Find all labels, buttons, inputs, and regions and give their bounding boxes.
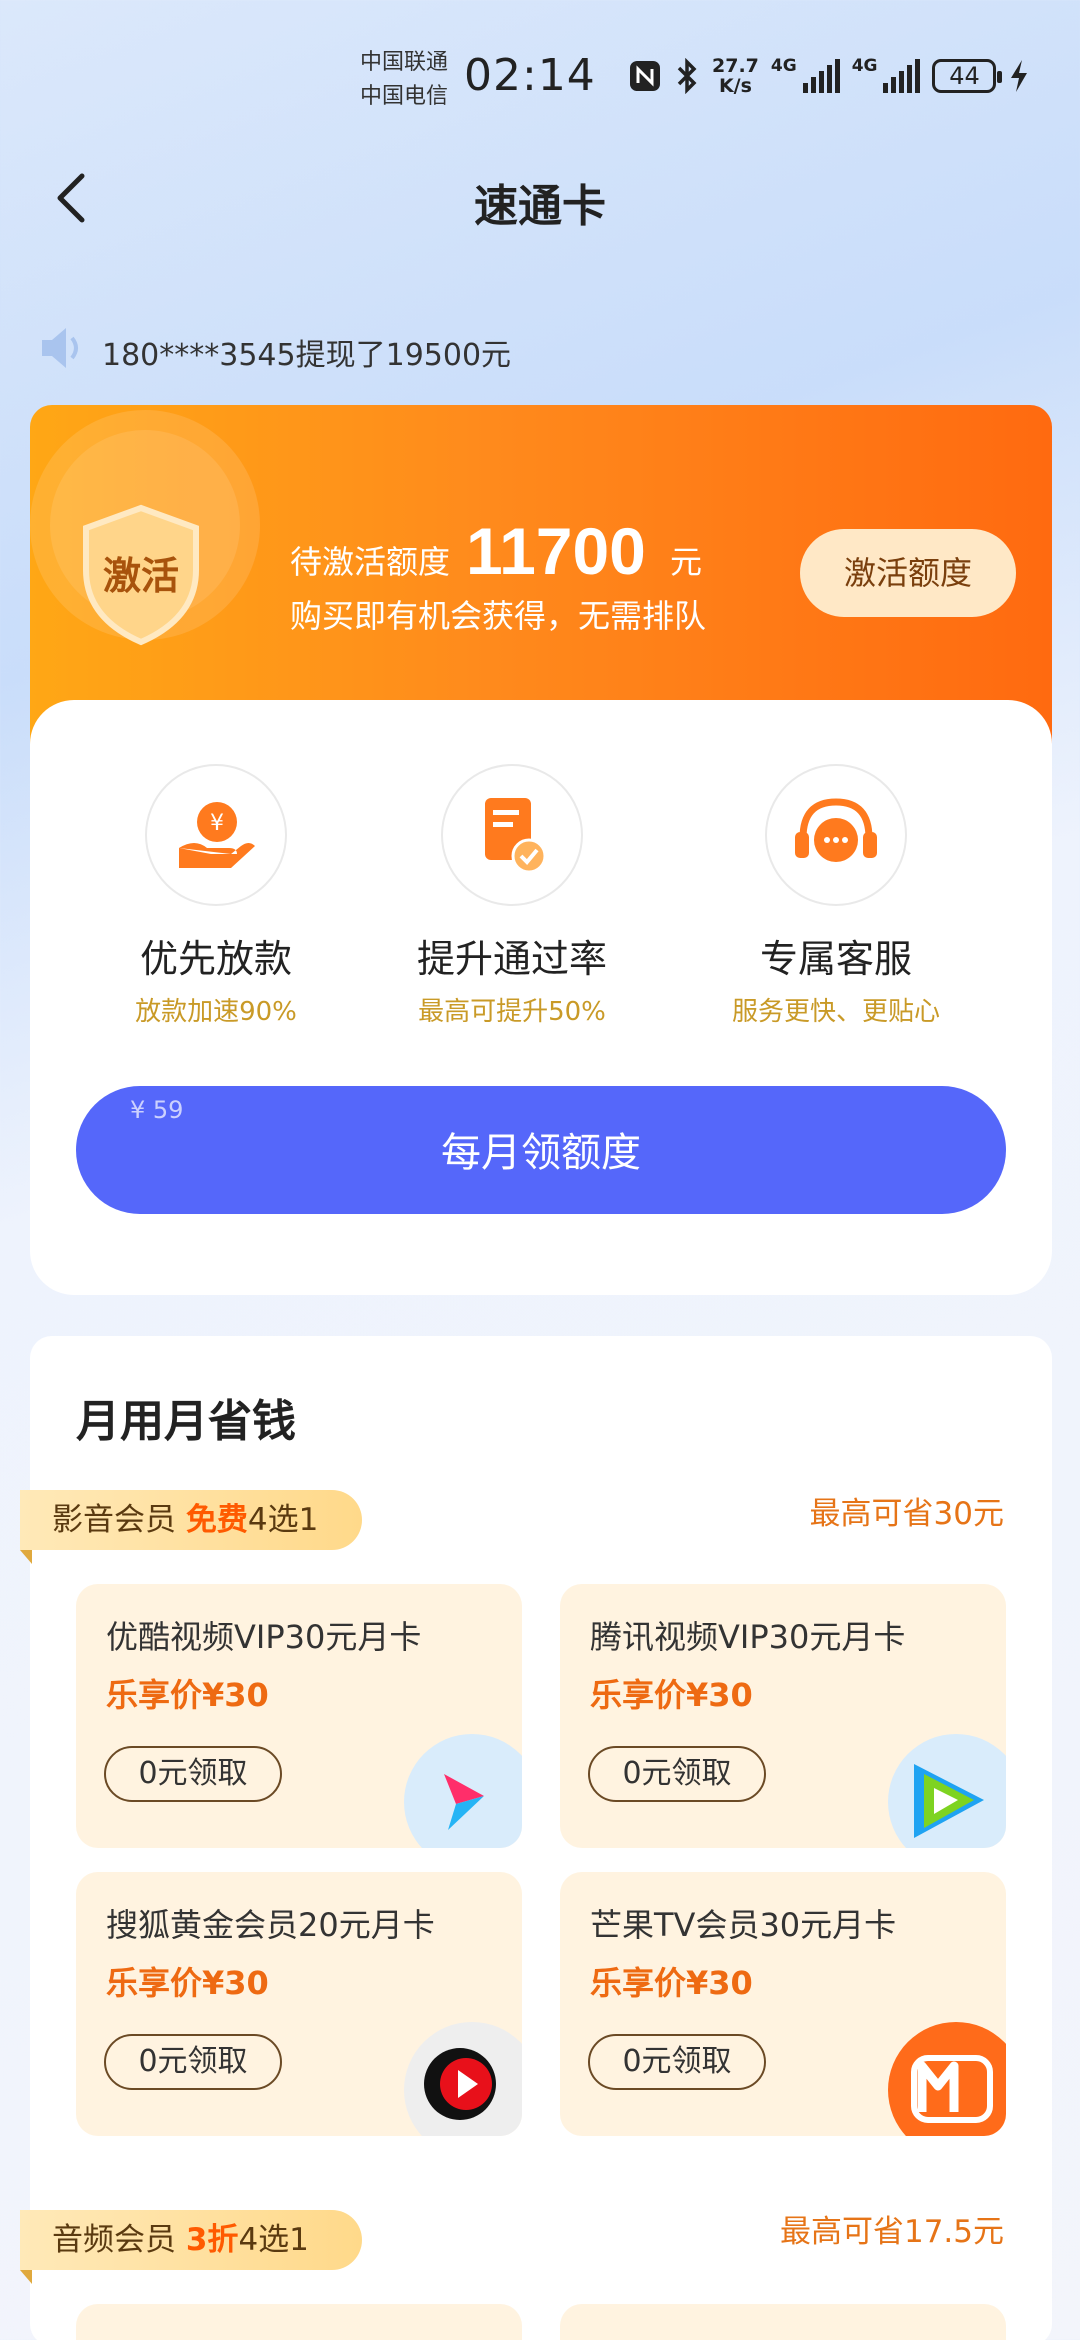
- sohu-video-logo-icon: [404, 2022, 522, 2136]
- feature-icon-circle: [441, 764, 583, 906]
- status-icons: 27.7 K/s 4G 4G 44: [628, 56, 1030, 96]
- carrier-2: 中国电信: [360, 84, 449, 109]
- youku-logo-icon: [404, 1734, 522, 1848]
- mango-tv-logo-icon: [888, 2022, 1006, 2136]
- pending-label: 待激活额度: [290, 543, 451, 581]
- card-price: 乐享价¥30: [106, 1964, 269, 2002]
- coin-hand-icon: ¥: [179, 802, 255, 868]
- audio-membership-ribbon: 音频会员 3折4选1: [20, 2210, 362, 2270]
- card-title: 芒果TV会员30元月卡: [590, 1906, 897, 1944]
- document-check-icon: [485, 798, 547, 874]
- ribbon-fold: [20, 2270, 32, 2284]
- activate-quota-button[interactable]: 激活额度: [800, 529, 1016, 617]
- banner-subtitle: 购买即有机会获得，无需排队: [290, 597, 707, 635]
- video-membership-ribbon: 影音会员 免费4选1: [20, 1490, 362, 1550]
- network-speed: 27.7 K/s: [712, 56, 759, 96]
- video-card-tencent[interactable]: 腾讯视频VIP30元月卡 乐享价¥30 0元领取: [560, 1584, 1006, 1848]
- speed-value: 27.7: [712, 55, 759, 77]
- bluetooth-icon: [677, 58, 697, 94]
- carrier-labels: 中国联通 中国电信: [360, 46, 448, 114]
- feature-customer-service: 专属客服 服务更快、更贴心: [706, 764, 966, 1028]
- network-type-1: 4G: [770, 56, 797, 76]
- speaker-icon: [42, 328, 78, 368]
- ribbon-suffix: 4选1: [238, 2222, 309, 2258]
- pending-amount: 11700: [466, 514, 646, 588]
- page-title: 速通卡: [474, 181, 606, 232]
- claim-button[interactable]: 0元领取: [588, 2034, 766, 2090]
- carrier-1: 中国联通: [360, 50, 449, 75]
- headset-chat-icon: [795, 798, 877, 862]
- card-title: 优酷视频VIP30元月卡: [106, 1618, 422, 1656]
- activation-banner: 激活 待激活额度 11700 元 购买即有机会获得，无需排队 激活额度: [30, 405, 1052, 745]
- activate-badge-text: 激活: [102, 554, 179, 598]
- cta-label: 每月领额度: [441, 1130, 641, 1176]
- feature-title: 专属客服: [759, 937, 912, 981]
- network-type-2: 4G: [851, 56, 878, 76]
- signal-1-icon: [802, 59, 840, 93]
- svg-text:¥: ¥: [210, 811, 224, 836]
- audio-card-2[interactable]: [560, 2304, 1006, 2340]
- audio-card-1[interactable]: [76, 2304, 522, 2340]
- ribbon-prefix: 影音会员: [52, 1502, 186, 1538]
- tencent-video-logo-icon: [888, 1734, 1006, 1848]
- claim-button[interactable]: 0元领取: [588, 1746, 766, 1802]
- audio-max-save: 最高可省17.5元: [779, 2214, 1004, 2250]
- card-title: 搜狐黄金会员20元月卡: [106, 1906, 435, 1944]
- claim-button[interactable]: 0元领取: [104, 2034, 282, 2090]
- ribbon-prefix: 音频会员: [52, 2222, 186, 2258]
- feature-title: 提升通过率: [416, 937, 607, 981]
- ribbon-highlight: 免费: [185, 1502, 248, 1538]
- charging-icon: [1011, 60, 1028, 92]
- speed-unit: K/s: [718, 75, 752, 97]
- savings-title: 月用月省钱: [76, 1396, 296, 1447]
- card-price: 乐享价¥30: [590, 1964, 753, 2002]
- video-card-sohu[interactable]: 搜狐黄金会员20元月卡 乐享价¥30 0元领取: [76, 1872, 522, 2136]
- claim-button[interactable]: 0元领取: [104, 1746, 282, 1802]
- feature-subtitle: 放款加速90%: [135, 997, 297, 1027]
- status-bar: 中国联通 中国电信 02:14 27.7 K/s 4G 4G 44: [0, 0, 1080, 150]
- card-price: 乐享价¥30: [590, 1676, 753, 1714]
- ribbon-suffix: 4选1: [247, 1502, 319, 1538]
- video-card-mango[interactable]: 芒果TV会员30元月卡 乐享价¥30 0元领取: [560, 1872, 1006, 2136]
- signal-2-icon: [883, 59, 921, 93]
- feature-approval-rate: 提升通过率 最高可提升50%: [382, 764, 642, 1028]
- feature-title: 优先放款: [139, 937, 292, 981]
- feature-subtitle: 服务更快、更贴心: [731, 997, 940, 1027]
- clock: 02:14: [464, 50, 596, 101]
- ribbon-highlight: 3折: [185, 2222, 239, 2258]
- video-max-save: 最高可省30元: [809, 1496, 1004, 1532]
- feature-priority-loan: ¥ 优先放款 放款加速90%: [86, 764, 346, 1028]
- card-price: 乐享价¥30: [106, 1676, 269, 1714]
- pending-unit: 元: [670, 543, 703, 581]
- feature-icon-circle: ¥: [145, 764, 287, 906]
- battery-icon: 44: [932, 59, 1003, 93]
- card-title: 腾讯视频VIP30元月卡: [590, 1618, 906, 1656]
- feature-subtitle: 最高可提升50%: [418, 997, 606, 1027]
- video-card-youku[interactable]: 优酷视频VIP30元月卡 乐享价¥30 0元领取: [76, 1584, 522, 1848]
- notice-text: 180****3545提现了19500元: [102, 338, 512, 373]
- nfc-icon: [630, 61, 660, 91]
- feature-icon-circle: [765, 764, 907, 906]
